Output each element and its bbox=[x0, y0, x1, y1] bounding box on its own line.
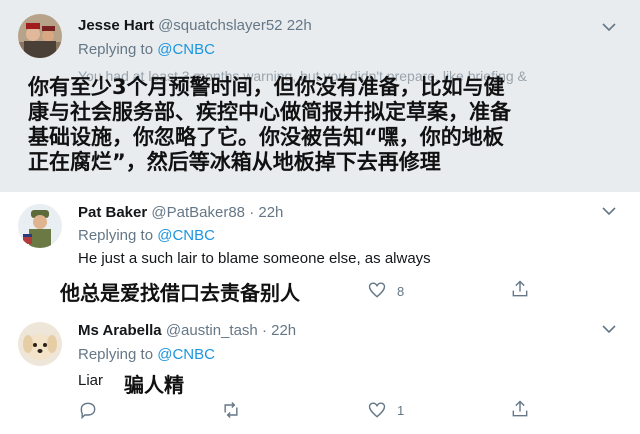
share-icon[interactable] bbox=[510, 279, 530, 299]
tweet-text: He just a such lair to blame someone els… bbox=[78, 250, 431, 267]
timestamp[interactable]: 22h bbox=[258, 204, 283, 221]
mention-link[interactable]: @CNBC bbox=[157, 227, 215, 244]
display-name[interactable]: Jesse Hart bbox=[78, 17, 154, 34]
heart-icon[interactable] bbox=[367, 280, 387, 300]
display-name[interactable]: Ms Arabella bbox=[78, 322, 162, 339]
tweet-text: Liar bbox=[78, 372, 104, 389]
separator-dot: · bbox=[249, 204, 255, 221]
mention-link[interactable]: @CNBC bbox=[157, 41, 215, 58]
reply-icon[interactable] bbox=[78, 400, 98, 420]
tweet-header: Jesse Hart @squatchslayer52 22h bbox=[78, 17, 312, 34]
like-count: 8 bbox=[397, 284, 405, 299]
overlay-line: 基础设施，你忽略了它。你没被告知“嘿，你的地板 bbox=[28, 125, 504, 149]
tweet-pat-baker[interactable]: Pat Baker @PatBaker88 · 22h Replying to … bbox=[0, 192, 640, 310]
separator-dot: · bbox=[261, 322, 267, 339]
mention-link[interactable]: @CNBC bbox=[157, 346, 215, 363]
chevron-down-icon[interactable] bbox=[602, 324, 616, 334]
display-name[interactable]: Pat Baker bbox=[78, 204, 147, 221]
handle[interactable]: @austin_tash bbox=[166, 322, 258, 339]
replying-to: Replying to @CNBC bbox=[78, 346, 215, 363]
like-count: 1 bbox=[397, 403, 405, 418]
tweet-ms-arabella[interactable]: Ms Arabella @austin_tash · 22h Replying … bbox=[0, 310, 640, 434]
heart-icon[interactable] bbox=[367, 400, 387, 420]
timestamp[interactable]: 22h bbox=[287, 17, 312, 34]
overlay-line: 正在腐烂”，然后等冰箱从地板掉下去再修理 bbox=[28, 150, 441, 174]
replying-to: Replying to @CNBC bbox=[78, 41, 215, 58]
translation-overlay: 他总是爱找借口去责备别人 bbox=[60, 281, 300, 305]
timestamp[interactable]: 22h bbox=[271, 322, 296, 339]
translation-overlay: 骗人精 bbox=[124, 373, 184, 397]
chevron-down-icon[interactable] bbox=[602, 22, 616, 32]
tweet-header: Pat Baker @PatBaker88 · 22h bbox=[78, 204, 283, 221]
overlay-line: 你有至少3个月预警时间，但你没有准备，比如与健 bbox=[28, 75, 505, 99]
handle[interactable]: @squatchslayer52 bbox=[158, 17, 282, 34]
avatar[interactable] bbox=[18, 204, 62, 248]
replying-prefix: Replying to bbox=[78, 227, 154, 244]
retweet-icon[interactable] bbox=[221, 400, 241, 420]
translation-overlay: 你有至少3个月预警时间，但你没有准备，比如与健 康与社会服务部、疾控中心做简报并… bbox=[28, 75, 511, 175]
handle[interactable]: @PatBaker88 bbox=[151, 204, 245, 221]
avatar[interactable] bbox=[18, 14, 62, 58]
replying-prefix: Replying to bbox=[78, 41, 154, 58]
replying-prefix: Replying to bbox=[78, 346, 154, 363]
tweet-header: Ms Arabella @austin_tash · 22h bbox=[78, 322, 296, 339]
tweet-jesse-hart[interactable]: Jesse Hart @squatchslayer52 22h Replying… bbox=[0, 0, 640, 192]
overlay-line: 康与社会服务部、疾控中心做简报并拟定草案，准备 bbox=[28, 100, 511, 124]
avatar[interactable] bbox=[18, 322, 62, 366]
replying-to: Replying to @CNBC bbox=[78, 227, 215, 244]
share-icon[interactable] bbox=[510, 399, 530, 419]
chevron-down-icon[interactable] bbox=[602, 206, 616, 216]
